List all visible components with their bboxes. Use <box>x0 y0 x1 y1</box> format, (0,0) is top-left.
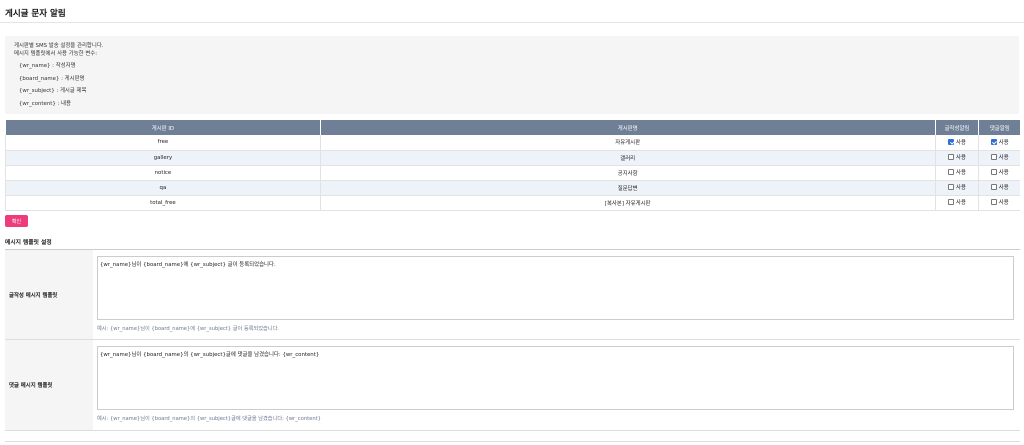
post-alert-checkbox[interactable]: 사용 <box>948 183 966 191</box>
comment-template-textarea[interactable]: {wr_name}님이 {board_name}의 {wr_subject}글에… <box>97 346 1014 410</box>
comment-alert-checkbox[interactable]: 사용 <box>990 183 1009 191</box>
board-id-cell: gallery <box>5 150 321 166</box>
checkbox-box[interactable] <box>990 154 997 160</box>
board-name-cell: [복사본] 자유게시판 <box>319 195 936 211</box>
info-box: 게시판별 SMS 발송 설정을 관리합니다. 메시지 템플릿에서 사용 가능한 … <box>5 36 1019 114</box>
variable-item: {wr_content} : 내용 <box>19 100 71 107</box>
post-template-row: 글작성 메시지 템플릿 {wr_name}님이 {board_name}에 {w… <box>5 250 1020 340</box>
checkbox-box[interactable] <box>990 169 997 175</box>
comment-template-example: 예시: {wr_name}님이 {board_name}의 {wr_subjec… <box>97 416 321 422</box>
checkbox-label: 사용 <box>956 155 966 161</box>
post-alert-checkbox[interactable]: 사용 <box>948 153 966 161</box>
checkbox-box[interactable] <box>990 138 997 145</box>
table-row: qa 질문답변 사용 사용 <box>5 180 1020 196</box>
comment-alert-cell: 사용 <box>978 180 1020 196</box>
comment-template-label: 댓글 메시지 템플릿 <box>5 340 93 430</box>
post-alert-cell: 사용 <box>934 180 979 196</box>
checkbox-label: 사용 <box>956 139 966 146</box>
checkbox-box[interactable] <box>948 169 955 175</box>
comment-alert-checkbox[interactable]: 사용 <box>990 168 1009 176</box>
template-section-title: 메시지 템플릿 설정 <box>5 240 52 246</box>
checkbox-label: 사용 <box>998 185 1009 191</box>
board-name-cell: 갤러리 <box>319 150 936 166</box>
post-alert-cell: 사용 <box>934 135 979 151</box>
column-header: 글작성알림 <box>934 120 979 135</box>
column-header: 댓글알림 <box>978 120 1020 135</box>
post-alert-checkbox[interactable]: 사용 <box>948 138 966 146</box>
post-alert-checkbox[interactable]: 사용 <box>948 168 966 176</box>
page-header: 게시글 문자 알림 <box>0 0 1024 23</box>
board-id-cell: notice <box>5 165 321 181</box>
post-alert-cell: 사용 <box>934 195 979 211</box>
info-line: 게시판별 SMS 발송 설정을 관리합니다. <box>14 43 104 49</box>
checkbox-label: 사용 <box>956 200 966 206</box>
checkbox-label: 사용 <box>998 200 1009 206</box>
table-row: notice 공지사항 사용 사용 <box>5 165 1020 181</box>
table-header-row: 게시판 ID 게시판명 글작성알림 댓글알림 <box>5 120 1020 135</box>
table-row: total_free [복사본] 자유게시판 사용 사용 <box>5 195 1020 211</box>
checkbox-box[interactable] <box>990 199 997 205</box>
checkbox-box[interactable] <box>948 184 955 190</box>
info-line: 메시지 템플릿에서 사용 가능한 변수: <box>14 51 98 57</box>
page-title: 게시글 문자 알림 <box>5 9 66 19</box>
checkbox-label: 사용 <box>998 155 1009 161</box>
post-alert-checkbox[interactable]: 사용 <box>948 198 966 206</box>
post-alert-cell: 사용 <box>934 150 979 166</box>
variable-item: {board_name} : 게시판명 <box>19 75 85 82</box>
table-row: free 자유게시판 사용 사용 <box>5 135 1020 151</box>
comment-alert-cell: 사용 <box>978 165 1020 181</box>
checkbox-box[interactable] <box>948 154 955 160</box>
column-header: 게시판 ID <box>5 120 321 135</box>
checkbox-label: 사용 <box>998 139 1009 146</box>
board-name-cell: 자유게시판 <box>319 135 936 151</box>
post-template-field: {wr_name}님이 {board_name}에 {wr_subject} 글… <box>93 250 1020 339</box>
comment-template-field: {wr_name}님이 {board_name}의 {wr_subject}글에… <box>93 340 1020 430</box>
board-settings-table: 게시판 ID 게시판명 글작성알림 댓글알림 free 자유게시판 사용 사용 gall… <box>5 120 1020 211</box>
checkbox-label: 사용 <box>956 185 966 191</box>
checkbox-label: 사용 <box>998 170 1009 176</box>
bottom-divider <box>5 441 1020 442</box>
board-id-cell: total_free <box>5 195 321 211</box>
template-settings: 글작성 메시지 템플릿 {wr_name}님이 {board_name}에 {w… <box>5 249 1020 431</box>
checkbox-label: 사용 <box>956 170 966 176</box>
post-template-textarea[interactable]: {wr_name}님이 {board_name}에 {wr_subject} 글… <box>97 256 1014 320</box>
comment-alert-checkbox[interactable]: 사용 <box>990 153 1009 161</box>
table-row: gallery 갤러리 사용 사용 <box>5 150 1020 166</box>
board-name-cell: 질문답변 <box>319 180 936 196</box>
variable-item: {wr_subject} : 게시글 제목 <box>19 88 87 94</box>
comment-template-row: 댓글 메시지 템플릿 {wr_name}님이 {board_name}의 {wr… <box>5 340 1020 431</box>
board-id-cell: free <box>5 135 321 151</box>
checkbox-box[interactable] <box>948 138 955 145</box>
post-alert-cell: 사용 <box>934 165 979 181</box>
variable-list: {wr_name} : 작성자명 {board_name} : 게시판명 {wr… <box>14 62 1010 108</box>
variable-item: {wr_name} : 작성자명 <box>19 63 76 69</box>
board-id-cell: qa <box>5 180 321 196</box>
comment-alert-checkbox[interactable]: 사용 <box>990 138 1009 146</box>
checkbox-box[interactable] <box>990 184 997 190</box>
comment-alert-checkbox[interactable]: 사용 <box>990 198 1009 206</box>
comment-alert-cell: 사용 <box>978 195 1020 211</box>
post-template-example: 예시: {wr_name}님이 {board_name}에 {wr_subjec… <box>97 326 279 332</box>
comment-alert-cell: 사용 <box>978 135 1020 151</box>
checkbox-box[interactable] <box>948 199 955 205</box>
comment-alert-cell: 사용 <box>978 150 1020 166</box>
column-header: 게시판명 <box>319 120 936 135</box>
board-name-cell: 공지사항 <box>319 165 936 181</box>
post-template-label: 글작성 메시지 템플릿 <box>5 250 93 339</box>
confirm-button[interactable]: 확인 <box>5 215 28 227</box>
